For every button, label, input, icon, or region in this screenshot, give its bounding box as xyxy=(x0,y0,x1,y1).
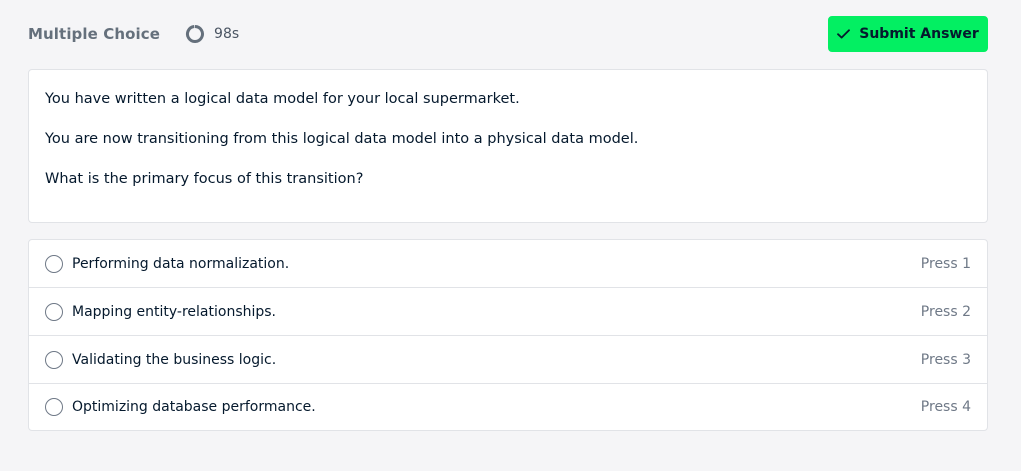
exercise-header: Multiple Choice 98s Submit Answer xyxy=(28,16,988,52)
keyboard-shortcut-hint: Press 2 xyxy=(920,303,971,320)
answer-option-2[interactable]: Mapping entity-relationships. Press 2 xyxy=(29,288,987,336)
exercise-type-title: Multiple Choice xyxy=(28,25,161,43)
radio-button[interactable] xyxy=(45,254,63,273)
submit-answer-label: Submit Answer xyxy=(859,26,979,42)
radio-button[interactable] xyxy=(45,302,63,321)
keyboard-shortcut-hint: Press 3 xyxy=(920,351,971,368)
checkmark-icon xyxy=(837,29,859,39)
answer-option-1[interactable]: Performing data normalization. Press 1 xyxy=(29,240,987,288)
answer-option-label: Performing data normalization. xyxy=(72,255,290,272)
answer-option-4[interactable]: Optimizing database performance. Press 4 xyxy=(29,384,987,430)
answer-option-3[interactable]: Validating the business logic. Press 3 xyxy=(29,336,987,384)
timer: 98s xyxy=(185,24,239,44)
submit-answer-button[interactable]: Submit Answer xyxy=(828,16,988,52)
question-paragraph: You are now transitioning from this logi… xyxy=(45,131,639,147)
keyboard-shortcut-hint: Press 4 xyxy=(920,399,971,415)
keyboard-shortcut-hint: Press 1 xyxy=(920,255,971,272)
question-paragraph: You have written a logical data model fo… xyxy=(45,91,520,107)
answer-option-label: Optimizing database performance. xyxy=(72,399,316,415)
answer-option-label: Validating the business logic. xyxy=(72,351,277,368)
timer-value: 98s xyxy=(214,26,240,42)
timer-ring-icon xyxy=(185,24,205,44)
radio-button[interactable] xyxy=(45,398,63,416)
question-card: You have written a logical data model fo… xyxy=(28,69,988,223)
radio-button[interactable] xyxy=(45,350,63,369)
question-prompt: What is the primary focus of this transi… xyxy=(45,171,364,187)
answer-options-list: Performing data normalization. Press 1 M… xyxy=(28,239,988,431)
answer-option-label: Mapping entity-relationships. xyxy=(72,303,277,320)
